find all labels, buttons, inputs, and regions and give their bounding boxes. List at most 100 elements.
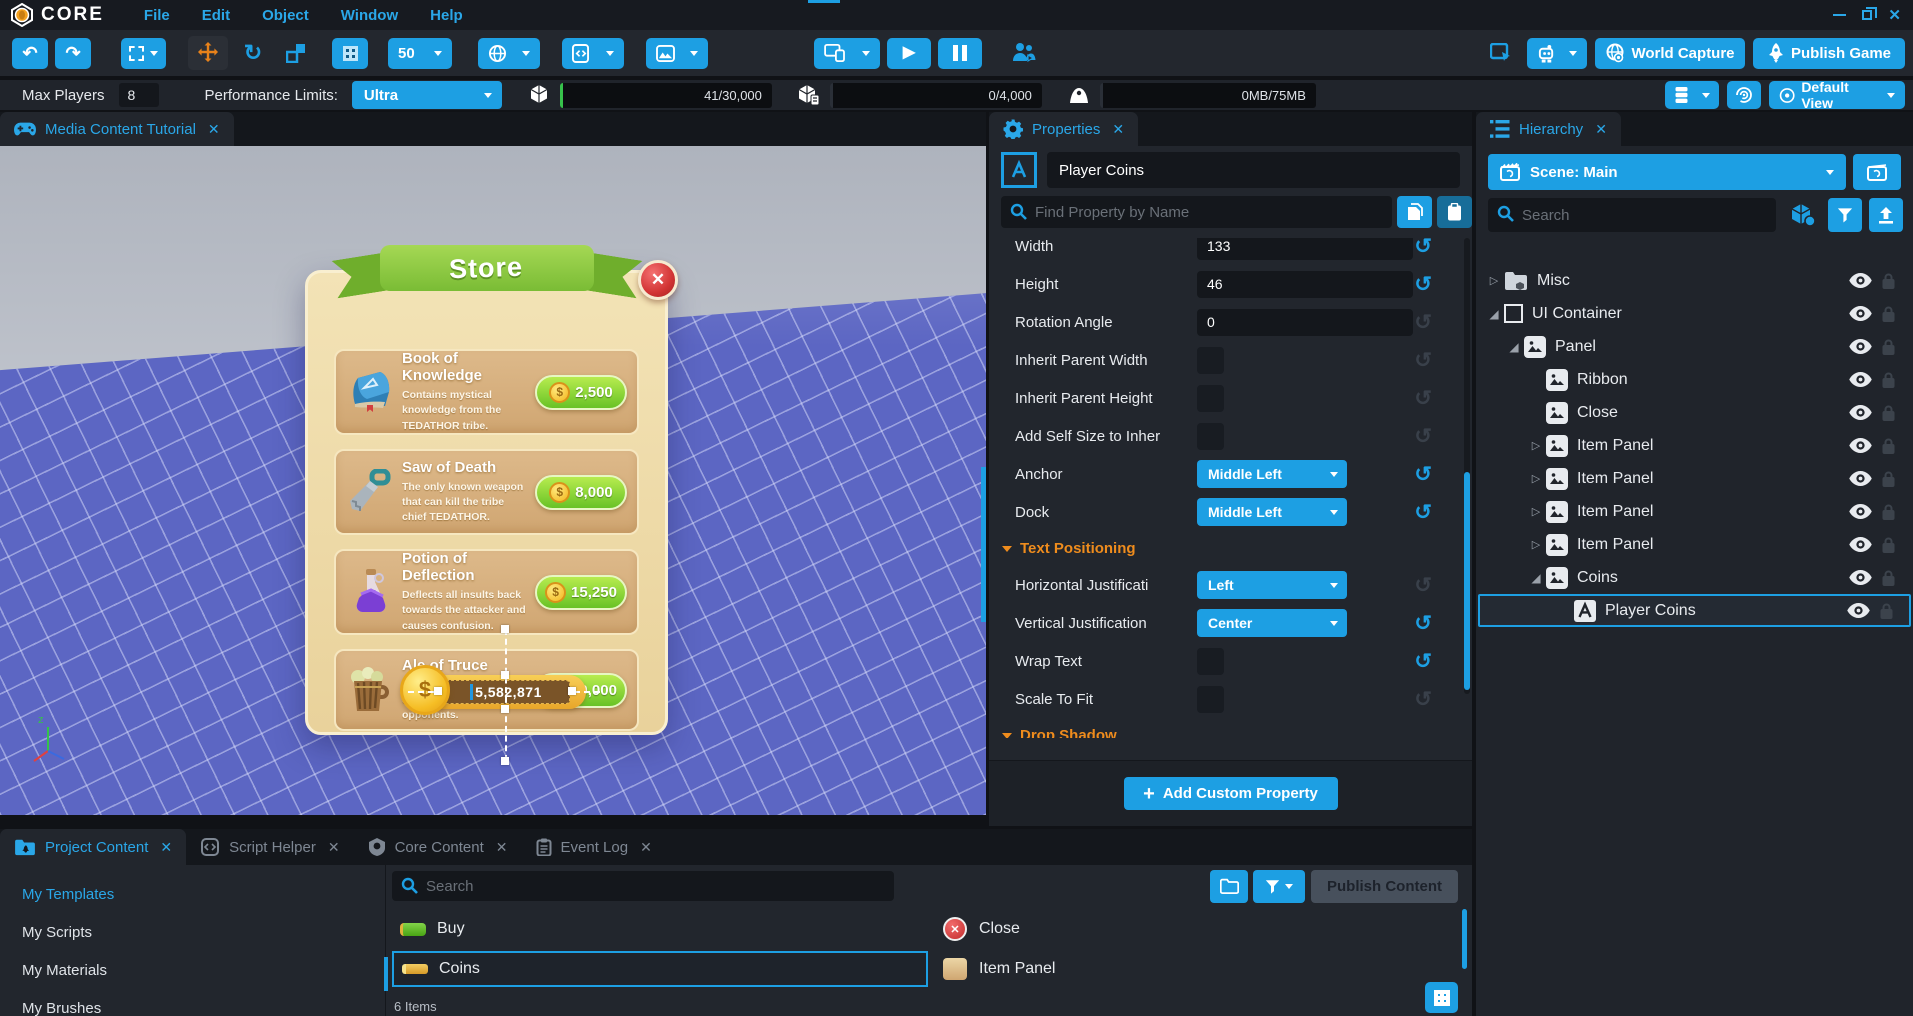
properties-scrollbar[interactable]: [1464, 238, 1470, 694]
scene-manager-button[interactable]: [1853, 154, 1901, 190]
content-search-input[interactable]: [392, 871, 894, 901]
visibility-icon[interactable]: [1845, 405, 1875, 420]
tree-item-item-panel[interactable]: ▷ Item Panel: [1478, 528, 1911, 561]
screen-share-button[interactable]: [1483, 38, 1519, 69]
sidebar-item-my-materials[interactable]: My Materials: [0, 951, 385, 989]
width-input[interactable]: [1197, 238, 1413, 260]
tab-close-icon[interactable]: ✕: [160, 839, 172, 856]
menu-help[interactable]: Help: [430, 7, 463, 24]
tab-core-content[interactable]: Core Content ✕: [354, 829, 522, 865]
pause-button[interactable]: [938, 38, 982, 69]
visibility-icon[interactable]: [1845, 438, 1875, 453]
save-dropdown[interactable]: [1665, 81, 1719, 109]
visibility-icon[interactable]: [1845, 504, 1875, 519]
terrain-dropdown[interactable]: [646, 38, 708, 69]
reset-icon[interactable]: ↺: [1414, 238, 1432, 257]
tab-close-icon[interactable]: ✕: [496, 839, 508, 856]
visibility-icon[interactable]: [1845, 306, 1875, 321]
list-item-close[interactable]: ✕ Close: [934, 911, 1454, 947]
expand-icon[interactable]: ▷: [1528, 472, 1544, 485]
lock-icon[interactable]: [1875, 405, 1901, 421]
tab-close-icon[interactable]: ✕: [640, 839, 652, 856]
default-view-dropdown[interactable]: Default View: [1769, 81, 1905, 109]
scene-dropdown[interactable]: Scene: Main: [1488, 154, 1846, 190]
reset-icon[interactable]: ↺: [1414, 575, 1432, 596]
tab-close-icon[interactable]: ✕: [328, 839, 340, 856]
scale-to-fit-checkbox[interactable]: [1197, 686, 1224, 713]
selection-handle[interactable]: [501, 625, 509, 633]
ai-assistant-dropdown[interactable]: [1527, 38, 1587, 69]
list-item-item-panel[interactable]: Item Panel: [934, 951, 1454, 987]
sidebar-item-my-templates[interactable]: My Templates: [0, 875, 385, 913]
list-item-coins[interactable]: Coins: [392, 951, 928, 987]
lock-icon[interactable]: [1875, 537, 1901, 553]
snap-grid-button[interactable]: [332, 38, 368, 69]
add-self-size-checkbox[interactable]: [1197, 423, 1224, 450]
multiplayer-preview-button[interactable]: [1006, 38, 1042, 69]
collapse-icon[interactable]: ◢: [1486, 307, 1502, 321]
content-scrollbar[interactable]: [1462, 909, 1467, 969]
section-drop-shadow[interactable]: Drop Shadow: [989, 718, 1462, 738]
tree-item-item-panel[interactable]: ▷ Item Panel: [1478, 495, 1911, 528]
world-settings-dropdown[interactable]: [478, 38, 540, 69]
visibility-icon[interactable]: [1845, 372, 1875, 387]
tree-item-item-panel[interactable]: ▷ Item Panel: [1478, 429, 1911, 462]
export-button[interactable]: [1869, 198, 1903, 232]
selection-handle[interactable]: [501, 757, 509, 765]
anchor-dropdown[interactable]: Middle Left: [1197, 460, 1347, 488]
dock-dropdown[interactable]: Middle Left: [1197, 498, 1347, 526]
content-filter-dropdown[interactable]: [1253, 870, 1305, 903]
play-button[interactable]: ▶: [887, 38, 931, 69]
list-item-buy[interactable]: Buy: [392, 911, 928, 947]
paste-properties-button[interactable]: [1437, 196, 1472, 228]
lock-icon[interactable]: [1875, 273, 1901, 289]
publish-game-button[interactable]: Publish Game: [1753, 38, 1905, 69]
add-custom-property-button[interactable]: + Add Custom Property: [1124, 777, 1338, 810]
tree-item-ribbon[interactable]: Ribbon: [1478, 363, 1911, 396]
lock-icon[interactable]: [1873, 603, 1899, 619]
reset-icon[interactable]: ↺: [1414, 388, 1432, 409]
move-tool-button[interactable]: [188, 36, 228, 70]
expand-icon[interactable]: ▷: [1528, 538, 1544, 551]
collapse-icon[interactable]: ◢: [1506, 340, 1522, 354]
height-input[interactable]: [1197, 271, 1413, 298]
collapse-icon[interactable]: ◢: [1528, 571, 1544, 585]
grid-size-dropdown[interactable]: 50: [388, 38, 452, 69]
wrap-text-checkbox[interactable]: [1197, 648, 1224, 675]
reset-icon[interactable]: ↺: [1414, 426, 1432, 447]
tree-item-panel[interactable]: ◢ Panel: [1478, 330, 1911, 363]
tab-media-content-tutorial[interactable]: Media Content Tutorial ✕: [0, 112, 234, 146]
tab-hierarchy[interactable]: Hierarchy ✕: [1476, 112, 1621, 146]
horizontal-justification-dropdown[interactable]: Left: [1197, 571, 1347, 599]
buy-button[interactable]: $ 8,000: [535, 475, 627, 510]
restore-icon[interactable]: [1862, 10, 1872, 20]
selection-handle[interactable]: [434, 687, 442, 695]
reset-icon[interactable]: ↺: [1414, 350, 1432, 371]
expand-icon[interactable]: ▷: [1486, 274, 1502, 287]
performance-limits-dropdown[interactable]: Ultra: [352, 81, 502, 109]
tree-item-misc[interactable]: ▷ Misc: [1478, 264, 1911, 297]
selection-handle[interactable]: [568, 687, 576, 695]
network-object-icon[interactable]: [1790, 203, 1816, 227]
lock-icon[interactable]: [1875, 438, 1901, 454]
spiral-button[interactable]: [1727, 81, 1761, 109]
lock-icon[interactable]: [1875, 306, 1901, 322]
visibility-icon[interactable]: [1845, 471, 1875, 486]
store-close-button[interactable]: ✕: [638, 260, 678, 300]
reset-icon[interactable]: ↺: [1414, 689, 1432, 710]
viewport-canvas[interactable]: Store ✕ Book of Knowledge Contains mysti…: [0, 146, 986, 815]
selection-handle[interactable]: [501, 671, 509, 679]
expand-icon[interactable]: ▷: [1528, 505, 1544, 518]
window-close-icon[interactable]: ✕: [1888, 8, 1901, 23]
tree-item-close[interactable]: Close: [1478, 396, 1911, 429]
sidebar-item-my-brushes[interactable]: My Brushes: [0, 989, 385, 1016]
lock-icon[interactable]: [1875, 471, 1901, 487]
tab-event-log[interactable]: Event Log ✕: [522, 829, 666, 865]
folder-view-button[interactable]: [1210, 870, 1248, 903]
inherit-height-checkbox[interactable]: [1197, 385, 1224, 412]
lock-icon[interactable]: [1875, 372, 1901, 388]
visibility-icon[interactable]: [1845, 570, 1875, 585]
selection-handle[interactable]: [501, 705, 509, 713]
select-tool-button[interactable]: [121, 38, 166, 69]
preview-mode-dropdown[interactable]: [814, 38, 880, 69]
